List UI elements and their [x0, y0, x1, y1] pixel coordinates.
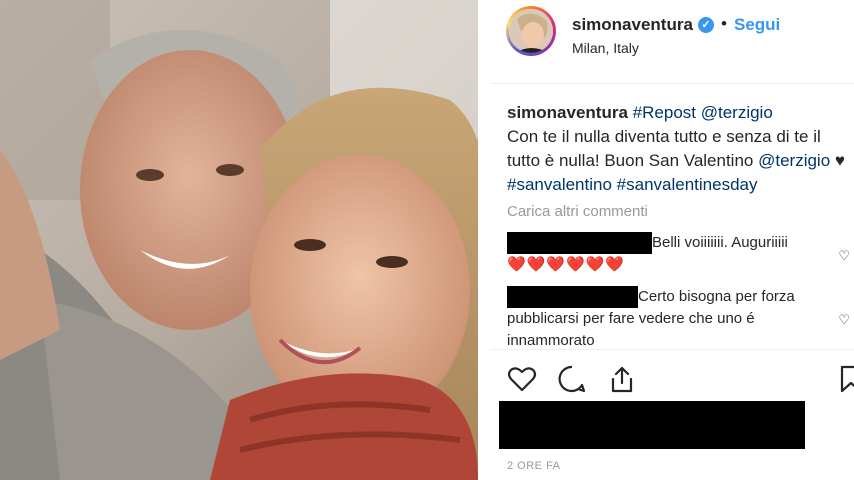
post-timestamp: 2 ORE FA [507, 460, 561, 472]
hashtag-link[interactable]: #sanvalentinesday [617, 175, 758, 194]
comment-like-icon[interactable]: ♡ [838, 312, 850, 328]
hashtag-repost[interactable]: #Repost [633, 103, 696, 122]
redacted-username [507, 232, 652, 255]
separator-dot: • [721, 14, 727, 33]
avatar-image [509, 9, 553, 53]
comment-icon[interactable] [557, 364, 587, 394]
verified-icon: ✓ [698, 17, 714, 33]
location-link[interactable]: Milan, Italy [572, 40, 639, 56]
caption: simonaventura #Repost @terzigio Con te i… [507, 101, 852, 197]
selfie-image [0, 0, 478, 480]
username-link[interactable]: simonaventura [572, 15, 693, 35]
follow-button[interactable]: Segui [734, 15, 780, 35]
share-icon[interactable] [607, 364, 637, 394]
redacted-username [507, 286, 638, 309]
bookmark-icon[interactable] [836, 364, 854, 394]
comment-item: Belli voiiiiiii. Auguriiiii ❤️❤️❤️❤️❤️❤️ [507, 232, 827, 276]
heart-icon[interactable] [507, 364, 537, 394]
avatar[interactable] [506, 6, 556, 56]
comment-text: Belli voiiiiiii. Auguriiiii [652, 234, 788, 251]
post-panel: simonaventura ✓ • Segui Milan, Italy sim… [490, 0, 854, 480]
load-more-comments-link[interactable]: Carica altri commenti [507, 203, 648, 220]
comment-item: Certo bisogna per forza pubblicarsi per … [507, 286, 827, 352]
heart-emoji: ♥ [834, 151, 845, 170]
redacted-likes [499, 401, 805, 449]
mention-link[interactable]: @terzigio [701, 103, 773, 122]
post-photo[interactable] [0, 0, 478, 480]
caption-username[interactable]: simonaventura [507, 103, 628, 122]
comment-hearts: ❤️❤️❤️❤️❤️❤️ [507, 256, 626, 274]
hashtag-link[interactable]: #sanvalentino [507, 175, 612, 194]
post-header: simonaventura ✓ • Segui Milan, Italy [490, 0, 854, 84]
actions-divider [490, 349, 854, 350]
comment-like-icon[interactable]: ♡ [838, 248, 850, 264]
mention-link[interactable]: @terzigio [758, 151, 830, 170]
